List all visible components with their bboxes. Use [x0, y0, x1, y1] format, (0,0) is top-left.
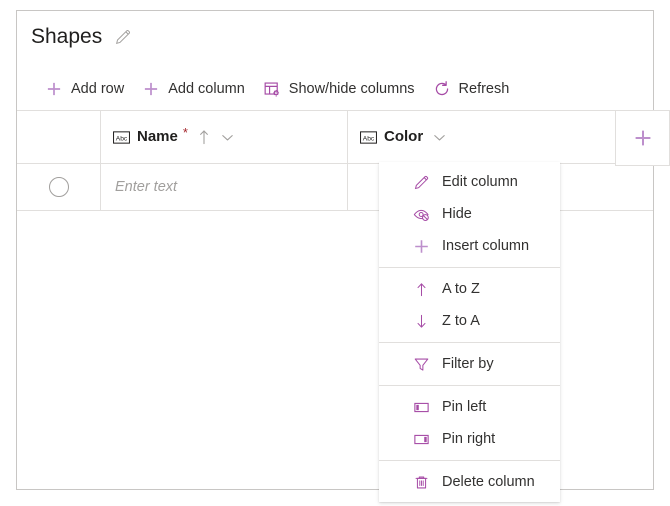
row-selector[interactable]: [17, 164, 100, 210]
menu-item-edit-column[interactable]: Edit column: [379, 166, 560, 198]
arrow-up-icon: [413, 281, 430, 298]
chevron-down-icon[interactable]: [218, 130, 235, 145]
add-row-button[interactable]: Add row: [37, 77, 134, 101]
menu-item-insert-column[interactable]: Insert column: [379, 230, 560, 262]
arrow-down-icon: [413, 313, 430, 330]
plus-icon: [142, 80, 160, 98]
menu-item-label: Pin right: [442, 431, 496, 447]
menu-item-delete-column[interactable]: Delete column: [379, 466, 560, 498]
add-row-label: Add row: [71, 81, 125, 97]
menu-item-label: Delete column: [442, 474, 535, 490]
radio-circle-icon: [48, 177, 69, 197]
plus-icon: [413, 238, 430, 255]
grid-header-row: Abc Name * Abc Color: [17, 110, 670, 166]
plus-icon: [632, 127, 654, 149]
menu-item-sort-a-to-z[interactable]: A to Z: [379, 273, 560, 305]
refresh-button[interactable]: Refresh: [425, 77, 520, 101]
title-row: Shapes: [31, 25, 132, 49]
menu-divider: [379, 385, 560, 386]
column-context-menu: Edit column Hide Insert column A to Z Z …: [379, 162, 560, 502]
cell-name[interactable]: [100, 164, 347, 210]
abc-text-icon: Abc: [360, 130, 377, 144]
menu-item-pin-left[interactable]: Pin left: [379, 391, 560, 423]
menu-divider: [379, 342, 560, 343]
column-header-name-label: Name: [137, 128, 178, 145]
menu-item-label: Filter by: [442, 356, 494, 372]
plus-icon: [45, 80, 63, 98]
refresh-icon: [433, 80, 451, 98]
pencil-icon: [413, 174, 430, 191]
column-header-name[interactable]: Abc Name *: [100, 111, 347, 163]
show-hide-columns-button[interactable]: Show/hide columns: [255, 77, 425, 101]
funnel-icon: [413, 356, 430, 373]
pin-left-icon: [413, 399, 430, 416]
chevron-down-icon[interactable]: [430, 130, 447, 145]
required-asterisk: *: [182, 125, 188, 140]
menu-divider: [379, 460, 560, 461]
add-column-label: Add column: [168, 81, 245, 97]
add-column-cell-button[interactable]: [615, 110, 670, 166]
menu-item-label: Hide: [442, 206, 472, 222]
hide-eye-icon: [413, 206, 430, 223]
svg-text:Abc: Abc: [116, 135, 128, 142]
menu-item-sort-z-to-a[interactable]: Z to A: [379, 305, 560, 337]
toolbar: Add row Add column Show/hide columns Ref…: [37, 77, 519, 101]
menu-item-hide[interactable]: Hide: [379, 198, 560, 230]
refresh-label: Refresh: [458, 81, 510, 97]
menu-item-pin-right[interactable]: Pin right: [379, 423, 560, 455]
menu-item-label: Edit column: [442, 174, 518, 190]
page-title: Shapes: [31, 25, 103, 48]
pencil-icon[interactable]: [114, 28, 132, 46]
arrow-up-icon[interactable]: [195, 129, 211, 145]
column-header-color[interactable]: Abc Color: [347, 111, 599, 163]
svg-text:Abc: Abc: [363, 135, 375, 142]
name-input[interactable]: [115, 179, 338, 195]
menu-item-label: Z to A: [442, 313, 480, 329]
show-hide-columns-label: Show/hide columns: [288, 81, 415, 97]
column-header-color-label: Color: [384, 128, 424, 145]
menu-item-label: A to Z: [442, 281, 480, 297]
trash-icon: [413, 474, 430, 491]
add-column-button[interactable]: Add column: [134, 77, 255, 101]
header-select-all-cell: [17, 111, 100, 163]
abc-text-icon: Abc: [113, 130, 130, 144]
menu-item-label: Insert column: [442, 238, 530, 254]
menu-divider: [379, 267, 560, 268]
menu-item-label: Pin left: [442, 399, 487, 415]
table-settings-icon: [263, 80, 281, 98]
menu-item-filter-by[interactable]: Filter by: [379, 348, 560, 380]
table-panel: Shapes Add row Add column Show/hide colu…: [16, 10, 670, 502]
pin-right-icon: [413, 431, 430, 448]
